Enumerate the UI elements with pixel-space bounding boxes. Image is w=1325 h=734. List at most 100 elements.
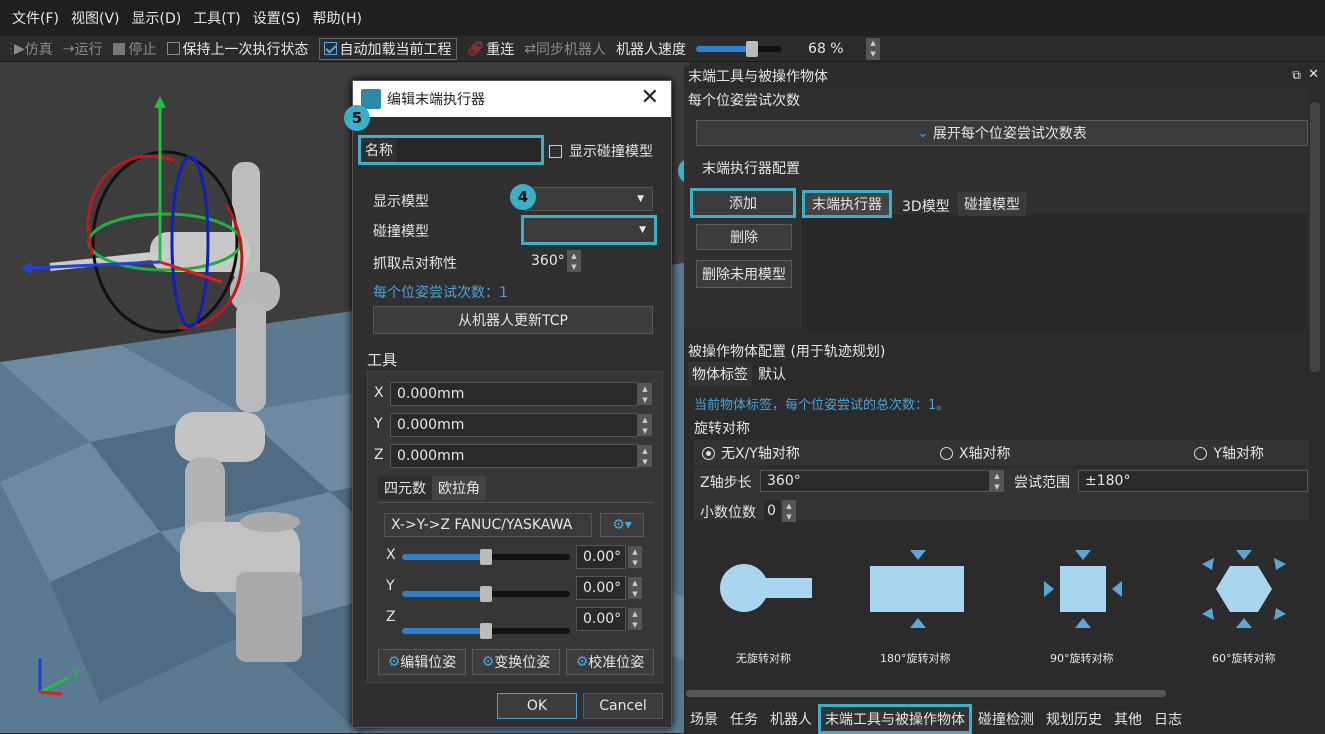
tab-end-effector[interactable]: 末端执行器	[802, 190, 892, 218]
calibrate-pose-button[interactable]: ⚙ 校准位姿	[566, 649, 654, 675]
checkbox-box	[166, 42, 180, 55]
speed-knob[interactable]	[746, 40, 759, 57]
menu-help[interactable]: 帮助(H)	[307, 8, 368, 28]
keep-state-checkbox[interactable]: 保持上一次执行状态	[166, 39, 309, 59]
display-model-select[interactable]: ▼	[525, 187, 653, 211]
tab-other[interactable]: 其他	[1114, 709, 1142, 729]
tab-scene[interactable]: 场景	[690, 709, 718, 729]
up-arrow-icon: ▲	[786, 501, 792, 510]
delete-unused-button[interactable]: 删除未用模型	[696, 260, 792, 288]
rz-spinner[interactable]: ▲ ▼	[628, 608, 642, 630]
y-input[interactable]: 0.000mm	[390, 413, 638, 437]
rz-knob[interactable]	[480, 623, 492, 639]
ry-spinner[interactable]: ▲ ▼	[628, 577, 642, 599]
autoload-checkbox[interactable]: 自动加载当前工程	[318, 37, 457, 60]
rx-spinner[interactable]: ▲ ▼	[628, 546, 642, 568]
name-input[interactable]	[397, 138, 541, 162]
run-button[interactable]: ⇢ 运行	[63, 39, 103, 59]
tab-log[interactable]: 日志	[1154, 709, 1182, 729]
sync-robot-button[interactable]: ⇄ 同步机器人	[524, 39, 606, 59]
z-spinner[interactable]: ▲ ▼	[638, 445, 652, 467]
rz-slider[interactable]	[402, 623, 570, 639]
speed-value[interactable]: 68 %	[802, 37, 867, 60]
ry-label: Y	[386, 578, 395, 594]
reconnect-button[interactable]: 🔗︎ 重连	[467, 39, 515, 59]
tab-3d-model[interactable]: 3D模型	[896, 194, 956, 218]
rx-slider[interactable]	[402, 549, 570, 565]
ee-config-title: 末端执行器配置	[702, 161, 800, 177]
no-symmetry-caption: 无旋转对称	[736, 652, 791, 665]
z-step-spinner[interactable]: ▲ ▼	[990, 470, 1004, 492]
ee-list[interactable]	[802, 214, 1308, 334]
cancel-button[interactable]: Cancel	[583, 693, 663, 719]
close-icon[interactable]: ✕	[1308, 67, 1319, 82]
up-arrow-icon: ▲	[870, 39, 876, 47]
menu-view[interactable]: 视图(V)	[65, 8, 126, 28]
radio-checked[interactable]	[702, 446, 715, 460]
ry-input[interactable]: 0.00°	[576, 576, 626, 600]
tab-planning-history[interactable]: 规划历史	[1046, 709, 1102, 729]
grasp-symmetry-spinner[interactable]: ▲ ▼	[567, 250, 581, 272]
rx-knob[interactable]	[480, 549, 492, 565]
tab-tasks[interactable]: 任务	[730, 709, 758, 729]
speed-spinner[interactable]: ▲ ▼	[866, 37, 881, 60]
tab-euler[interactable]: 欧拉角	[432, 476, 486, 500]
z-step-input[interactable]: 360°	[760, 470, 990, 492]
expand-attempts-button[interactable]: ⌄ 展开每个位姿尝试次数表	[696, 120, 1308, 146]
transform-pose-button[interactable]: ⚙ 变换位姿	[472, 649, 560, 675]
ry-knob[interactable]	[480, 586, 492, 602]
axis-y-label: Y	[72, 668, 80, 683]
tab-collision-model[interactable]: 碰撞模型	[958, 192, 1026, 216]
rx-fill	[402, 554, 486, 560]
delete-button[interactable]: 删除	[696, 224, 792, 250]
rx-input[interactable]: 0.00°	[576, 545, 626, 569]
show-collision-checkbox[interactable]: 显示碰撞模型	[549, 141, 653, 161]
toolbar: ⋮ ▶ 仿真 ⇢ 运行 停止 保持上一次执行状态 自动加载当前工程 🔗︎ 重连 ⇄ 同步…	[0, 36, 1325, 62]
float-icon[interactable]: ⧉	[1292, 68, 1301, 83]
menu-settings[interactable]: 设置(S)	[247, 8, 307, 28]
end-tools-panel: 末端工具与被操作物体 ⧉ ✕ 每个位姿尝试次数 ⌄ 展开每个位姿尝试次数表 末端执…	[684, 66, 1325, 734]
decimals-input[interactable]: 0	[764, 500, 780, 522]
sym-60-caption: 60°旋转对称	[1212, 652, 1276, 665]
ry-slider[interactable]	[402, 586, 570, 602]
collision-model-select[interactable]: ▼	[521, 215, 657, 245]
add-button[interactable]: 添加	[690, 188, 796, 218]
tab-quaternion[interactable]: 四元数	[378, 476, 432, 500]
menu-tools[interactable]: 工具(T)	[187, 8, 246, 28]
down-arrow-icon: ▼	[632, 620, 638, 629]
euler-convention-select[interactable]: X->Y->Z FANUC/YASKAWA	[384, 513, 592, 537]
radio-y-symmetry[interactable]	[1194, 446, 1208, 460]
y-spinner[interactable]: ▲ ▼	[638, 414, 652, 436]
name-label: 名称	[365, 143, 393, 159]
symmetry-diagrams	[720, 550, 1286, 628]
tab-collision-detection[interactable]: 碰撞检测	[978, 709, 1034, 729]
radio-x-symmetry[interactable]	[939, 446, 953, 460]
grasp-symmetry-value[interactable]: 360°	[525, 250, 567, 272]
stop-button[interactable]: 停止	[112, 39, 157, 59]
decimals-spinner[interactable]: ▲ ▼	[782, 500, 796, 522]
try-range-input[interactable]: ±180°	[1078, 470, 1308, 492]
tab-robot[interactable]: 机器人	[770, 709, 812, 729]
edit-pose-button[interactable]: ⚙ 编辑位姿	[378, 649, 466, 675]
update-tcp-button[interactable]: 从机器人更新TCP	[373, 306, 653, 334]
panel-scrollbar[interactable]	[1310, 102, 1320, 372]
robot-speed-slider[interactable]	[696, 40, 783, 57]
object-tag-label: 物体标签	[692, 367, 748, 383]
robot-speed-label: 机器人速度	[616, 41, 687, 58]
settings-gear-button[interactable]: ⚙▾	[600, 513, 644, 537]
z-input[interactable]: 0.000mm	[390, 444, 638, 468]
menu-file[interactable]: 文件(F)	[6, 8, 65, 28]
close-icon[interactable]: ✕	[641, 85, 659, 110]
x-input[interactable]: 0.000mm	[390, 382, 638, 406]
x-spinner[interactable]: ▲ ▼	[638, 383, 652, 405]
tab-end-tools[interactable]: 末端工具与被操作物体	[818, 704, 972, 734]
menu-display[interactable]: 显示(D)	[126, 8, 188, 28]
horizontal-scrollbar[interactable]	[686, 690, 1166, 697]
object-tag-select[interactable]: 默认	[752, 362, 1308, 386]
simulate-button[interactable]: ▶ 仿真	[14, 39, 53, 59]
keep-state-label: 保持上一次执行状态	[182, 41, 309, 58]
ok-button[interactable]: OK	[497, 693, 577, 719]
down-arrow-icon: ▼	[571, 262, 577, 271]
rz-input[interactable]: 0.00°	[576, 607, 626, 631]
gears-icon: ⚙	[575, 654, 589, 670]
